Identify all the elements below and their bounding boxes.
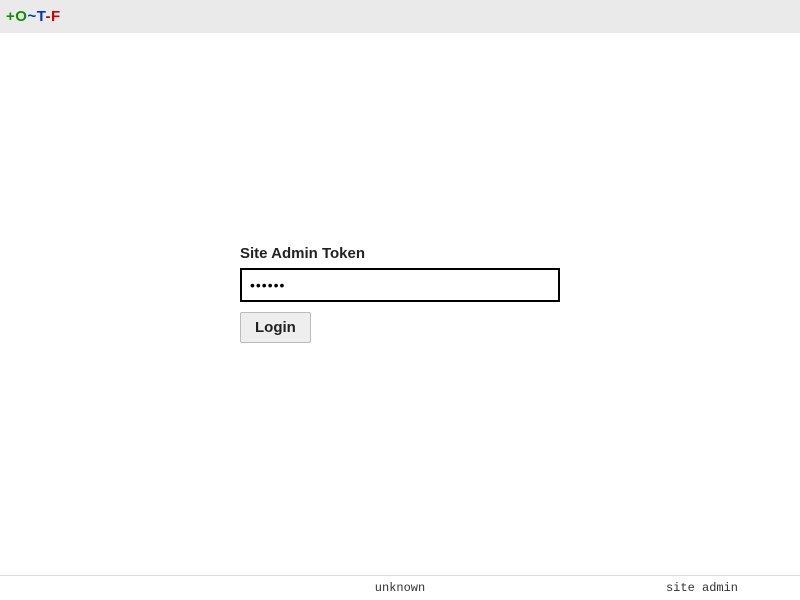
logo-f: F	[51, 8, 61, 25]
header-bar: +O~T-F	[0, 0, 800, 33]
logo-o: O	[15, 8, 27, 25]
login-button[interactable]: Login	[240, 312, 311, 343]
token-label: Site Admin Token	[240, 245, 560, 262]
footer-status: unknown	[375, 581, 425, 595]
logo-plus: +	[6, 8, 15, 25]
token-input[interactable]	[240, 268, 560, 302]
logo: +O~T-F	[6, 8, 61, 25]
logo-tilde: ~	[27, 8, 36, 25]
main-content: Site Admin Token Login	[0, 33, 800, 575]
footer-role: site admin	[666, 581, 738, 595]
footer-bar: unknown site admin	[0, 575, 800, 600]
logo-t: T	[37, 8, 46, 25]
login-form: Site Admin Token Login	[240, 245, 560, 343]
